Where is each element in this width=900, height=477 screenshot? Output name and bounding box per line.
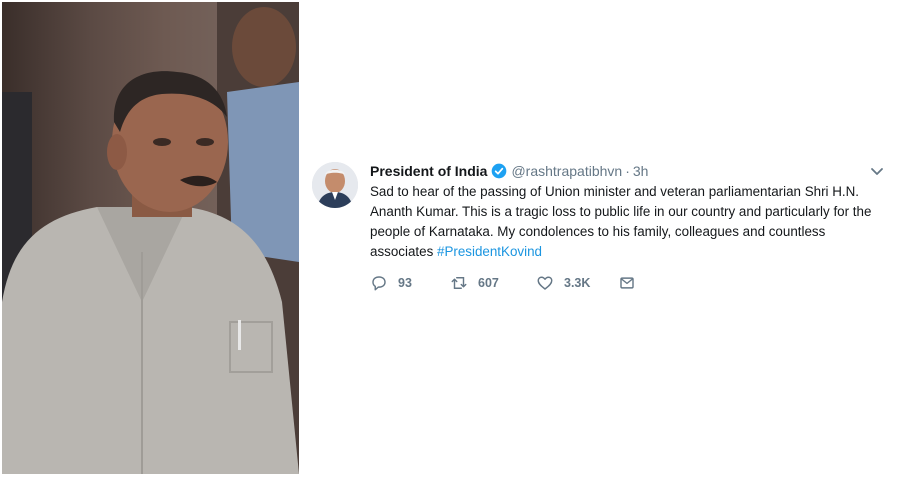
reply-count: 93: [398, 276, 412, 290]
like-count: 3.3K: [564, 276, 591, 290]
tweet-actions: 93 607 3.3K: [370, 274, 636, 292]
like-icon: [537, 276, 553, 290]
portrait-illustration: [2, 2, 299, 474]
separator-dot: ·: [625, 163, 630, 179]
like-button[interactable]: 3.3K: [536, 274, 618, 292]
tweet-card[interactable]: President of India @rashtrapatibhvn · 3h…: [300, 150, 900, 310]
reply-icon: [372, 276, 386, 291]
reply-button[interactable]: 93: [370, 274, 450, 292]
avatar-image: [312, 162, 358, 208]
hashtag-link[interactable]: #PresidentKovind: [437, 244, 542, 259]
timestamp[interactable]: 3h: [633, 163, 649, 179]
retweet-icon: [451, 277, 467, 289]
verified-badge-icon: [492, 163, 507, 179]
direct-message-icon: [620, 277, 634, 289]
tweet-text: Sad to hear of the passing of Union mini…: [370, 182, 890, 262]
avatar[interactable]: [312, 162, 358, 208]
display-name[interactable]: President of India: [370, 163, 487, 179]
user-handle[interactable]: @rashtrapatibhvn: [511, 163, 622, 179]
retweet-button[interactable]: 607: [450, 274, 536, 292]
tweet-header: President of India @rashtrapatibhvn · 3h: [370, 162, 648, 180]
chevron-down-icon[interactable]: [870, 164, 884, 178]
news-photo: [2, 2, 299, 474]
retweet-count: 607: [478, 276, 499, 290]
direct-message-button[interactable]: [618, 274, 636, 292]
